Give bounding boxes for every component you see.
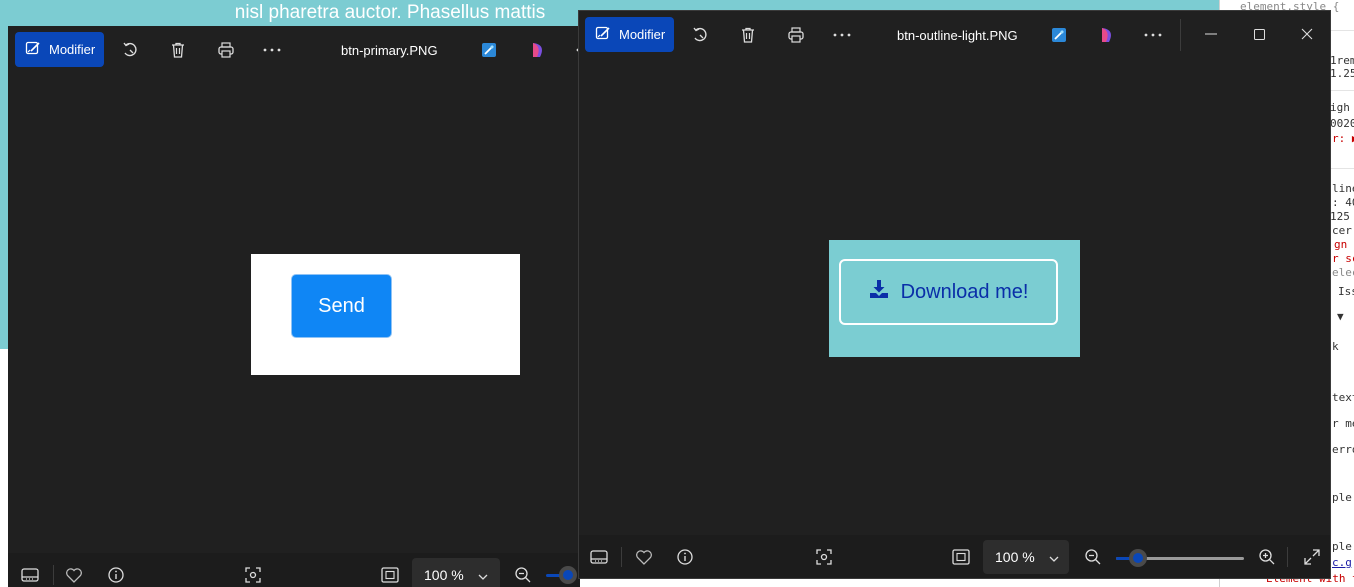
devtools-line: cer bbox=[1332, 224, 1352, 237]
download-icon bbox=[869, 279, 889, 305]
devtools-line: 125 bbox=[1330, 210, 1350, 223]
photos-window-btn-outline-light[interactable]: Modifier btn-outline-light.PNG Download … bbox=[578, 10, 1331, 579]
modifier-button[interactable]: Modifier bbox=[15, 32, 104, 67]
trash-icon[interactable] bbox=[737, 24, 759, 46]
info-icon[interactable] bbox=[105, 564, 127, 586]
zoom-value: 100 % bbox=[424, 567, 464, 583]
designer-app-icon[interactable] bbox=[478, 39, 500, 61]
file-name: btn-outline-light.PNG bbox=[897, 28, 1018, 43]
download-label: Download me! bbox=[900, 280, 1029, 303]
devtools-line: text bbox=[1332, 391, 1354, 404]
expand-icon[interactable] bbox=[1301, 546, 1323, 568]
devtools-link[interactable]: c.g bbox=[1332, 556, 1352, 569]
zoom-slider-thumb[interactable] bbox=[1128, 549, 1147, 567]
focus-scan-icon[interactable] bbox=[813, 546, 835, 568]
devtools-line: ple bbox=[1332, 491, 1352, 504]
devtools-tab-issues[interactable]: Issu bbox=[1338, 285, 1354, 298]
image-preview: Send bbox=[251, 254, 520, 375]
chevron-down-icon bbox=[1049, 549, 1059, 565]
maximize-icon[interactable] bbox=[1249, 24, 1269, 44]
download-button-image: Download me! bbox=[839, 259, 1058, 325]
fit-to-window-icon[interactable] bbox=[379, 564, 401, 586]
printer-icon[interactable] bbox=[215, 39, 237, 61]
devtools-line: r sc bbox=[1332, 252, 1354, 265]
send-button-image: Send bbox=[291, 274, 392, 338]
chevron-down-icon[interactable]: ▼ bbox=[1337, 310, 1344, 323]
more-dots-icon[interactable] bbox=[831, 24, 853, 46]
filmstrip-icon[interactable] bbox=[588, 546, 610, 568]
heart-icon[interactable] bbox=[633, 546, 655, 568]
devtools-line: elec bbox=[1332, 266, 1354, 279]
devtools-line: line bbox=[1332, 182, 1354, 195]
send-label: Send bbox=[318, 294, 365, 317]
zoom-out-icon[interactable] bbox=[1082, 546, 1104, 568]
printer-icon[interactable] bbox=[785, 24, 807, 46]
rotate-icon[interactable] bbox=[689, 24, 711, 46]
more-dots-icon[interactable] bbox=[1142, 24, 1164, 46]
modifier-button[interactable]: Modifier bbox=[585, 17, 674, 52]
modifier-label: Modifier bbox=[619, 27, 666, 42]
more-dots-icon[interactable] bbox=[261, 39, 283, 61]
rotate-icon[interactable] bbox=[119, 39, 141, 61]
trash-icon[interactable] bbox=[167, 39, 189, 61]
zoom-slider-thumb[interactable] bbox=[559, 566, 577, 584]
image-preview: Download me! bbox=[829, 240, 1080, 357]
designer-app-icon[interactable] bbox=[1048, 24, 1070, 46]
chevron-down-icon bbox=[478, 567, 488, 583]
filmstrip-icon[interactable] bbox=[19, 564, 41, 586]
devtools-line: r: ▶ bbox=[1332, 132, 1354, 145]
edit-image-icon bbox=[25, 40, 41, 59]
devtools-line: ple bbox=[1332, 540, 1352, 553]
focus-scan-icon[interactable] bbox=[242, 564, 264, 586]
edit-image-icon bbox=[595, 25, 611, 44]
modifier-label: Modifier bbox=[49, 42, 96, 57]
devtools-line: 1rem bbox=[1330, 54, 1354, 67]
devtools-line: gn bbox=[1334, 238, 1348, 251]
heart-icon[interactable] bbox=[63, 564, 85, 586]
info-icon[interactable] bbox=[674, 546, 696, 568]
zoom-value: 100 % bbox=[995, 549, 1035, 565]
clipchamp-icon[interactable] bbox=[527, 39, 549, 61]
clipchamp-icon[interactable] bbox=[1096, 24, 1118, 46]
devtools-line: r me bbox=[1332, 417, 1354, 430]
devtools-line: error bbox=[1332, 443, 1354, 456]
devtools-line: 0020 bbox=[1330, 117, 1354, 130]
zoom-out-icon[interactable] bbox=[512, 564, 534, 586]
photos-window-btn-primary[interactable]: Modifier btn-primary.PNG Send 100 % bbox=[8, 26, 580, 587]
zoom-level-dropdown[interactable]: 100 % bbox=[412, 558, 500, 587]
devtools-line: : 40 bbox=[1332, 196, 1354, 209]
bottom-bar: 100 % bbox=[8, 553, 580, 587]
devtools-line: 1.25 bbox=[1330, 67, 1354, 80]
toolbar: Modifier btn-primary.PNG bbox=[8, 26, 580, 74]
toolbar: Modifier btn-outline-light.PNG bbox=[579, 11, 1330, 59]
file-name: btn-primary.PNG bbox=[341, 43, 438, 58]
bottom-bar: 100 % bbox=[579, 535, 1330, 578]
zoom-level-dropdown[interactable]: 100 % bbox=[983, 540, 1069, 574]
minimize-icon[interactable] bbox=[1201, 24, 1221, 44]
close-icon[interactable] bbox=[1297, 24, 1317, 44]
devtools-line: igh bbox=[1330, 101, 1350, 114]
fit-to-window-icon[interactable] bbox=[950, 546, 972, 568]
devtools-line: k bbox=[1332, 340, 1339, 353]
zoom-in-icon[interactable] bbox=[1256, 546, 1278, 568]
